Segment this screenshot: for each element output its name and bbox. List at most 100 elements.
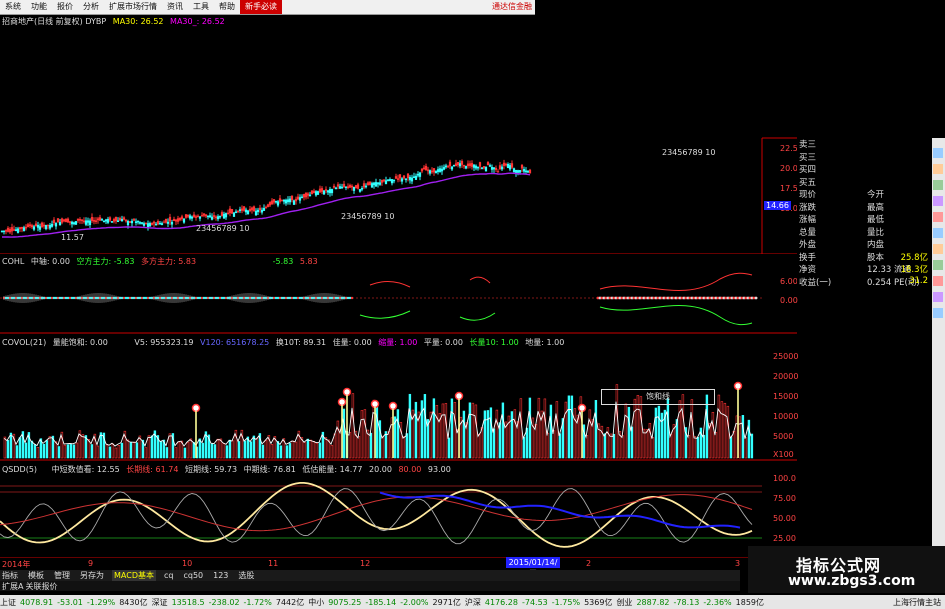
candle-body (104, 219, 108, 222)
tool-icon[interactable] (933, 164, 943, 174)
stock-label: 招商地产(日线 前复权) DYBP (2, 17, 107, 26)
volume-bar (96, 445, 100, 459)
candle-body (44, 224, 48, 230)
qsdd-long-line (0, 482, 753, 548)
extension-tab[interactable]: 关联报价 (25, 582, 57, 591)
volume-bar (657, 405, 661, 459)
volume-bar (531, 417, 535, 459)
volume-bar (609, 433, 613, 459)
tool-icon[interactable] (933, 180, 943, 190)
indicator-tab[interactable]: MACD基本 (112, 570, 156, 581)
volume-bar (192, 442, 196, 459)
indicator-tab[interactable]: 指标 (0, 570, 20, 581)
volume-bar (522, 436, 526, 459)
candle-body (292, 200, 296, 205)
indicator-tab[interactable]: cq50 (181, 571, 205, 580)
menu-right-label[interactable]: 通达信金融 (492, 0, 532, 14)
volume-bar (477, 433, 481, 459)
qsdd-tick: 75.00 (773, 494, 796, 503)
volume-bar (513, 409, 517, 459)
indicator-tab[interactable]: 管理 (52, 570, 72, 581)
indicator-tab[interactable]: 选股 (236, 570, 256, 581)
tool-icon[interactable] (933, 148, 943, 158)
covol-tick: 25000 (773, 352, 799, 361)
tool-icon[interactable] (933, 228, 943, 238)
volume-bar (369, 432, 373, 459)
side-toolbar[interactable] (932, 138, 945, 578)
volume-bar (726, 405, 730, 459)
candle-body (120, 219, 124, 222)
indicator-tab[interactable]: 另存为 (78, 570, 106, 581)
menu-item[interactable]: 新手必读 (240, 0, 282, 14)
volume-bar (348, 432, 352, 459)
volume-bar (549, 404, 553, 459)
volume-bar (552, 430, 556, 459)
extension-tab[interactable]: 扩展A (2, 582, 23, 591)
volume-bar (654, 407, 658, 459)
ticker-k: 创业 (616, 597, 633, 607)
candle-body (512, 168, 516, 173)
candle-body (488, 165, 492, 167)
volume-bar (270, 444, 274, 459)
qsdd-h: 93.00 (427, 465, 451, 474)
tool-icon[interactable] (933, 260, 943, 270)
volume-bar (696, 436, 700, 459)
volume-bar (660, 412, 664, 459)
candle-body (326, 190, 330, 193)
candle-body (286, 199, 290, 203)
volume-bar (687, 435, 691, 459)
quote-row: 买五 (797, 176, 930, 188)
candle-body (500, 166, 504, 170)
menu-item[interactable]: 资讯 (162, 0, 188, 14)
menu-item[interactable]: 帮助 (214, 0, 240, 14)
volume-bar (717, 394, 721, 459)
indicator-tab[interactable]: 模板 (26, 570, 46, 581)
volume-bar (729, 436, 733, 459)
volume-bar (45, 440, 49, 459)
tool-icon[interactable] (933, 276, 943, 286)
quote-cell: 换手 (799, 252, 817, 263)
ticker-server[interactable]: 上海行情主站 (893, 597, 941, 608)
quote-row: 买四 (797, 163, 930, 175)
volume-bar (222, 443, 226, 459)
tool-icon[interactable] (933, 308, 943, 318)
volume-bar (117, 445, 121, 459)
volume-bar (669, 434, 673, 459)
candle-body (484, 167, 488, 172)
candle-body (334, 187, 338, 190)
price-chart[interactable] (0, 26, 797, 254)
qsdd-chart[interactable] (0, 474, 797, 558)
menu-item[interactable]: 工具 (188, 0, 214, 14)
candle-body (344, 186, 348, 189)
volume-bar (633, 398, 637, 459)
indicator-tab[interactable]: 123 (211, 571, 230, 580)
tool-icon[interactable] (933, 292, 943, 302)
ticker-v: 2887.82 (636, 597, 670, 607)
menu-item[interactable]: 系统 (0, 0, 26, 14)
candle-body (314, 191, 318, 196)
tool-icon[interactable] (933, 244, 943, 254)
menu-item[interactable]: 扩展市场行情 (104, 0, 162, 14)
volume-marker (191, 403, 201, 413)
volume-bar (72, 444, 76, 459)
tool-icon[interactable] (933, 196, 943, 206)
cohl-curve (599, 272, 753, 291)
candle-body (154, 223, 158, 226)
volume-bar (360, 410, 364, 459)
volume-bar (36, 447, 40, 459)
tool-icon[interactable] (933, 212, 943, 222)
cohl-chart[interactable] (0, 265, 797, 335)
mark-note-1: 23456789 10 (196, 224, 250, 233)
volume-bar (480, 427, 484, 459)
volume-bar (510, 411, 514, 459)
indicator-tab[interactable]: cq (162, 571, 175, 580)
ticker-a: 8430亿 (119, 597, 148, 607)
candle-body (198, 216, 202, 219)
candle-body (188, 215, 192, 219)
candle-body (0, 230, 4, 233)
menu-item[interactable]: 功能 (26, 0, 52, 14)
quote-row: 外盘 内盘 (797, 238, 930, 250)
menu-item[interactable]: 报价 (52, 0, 78, 14)
menu-item[interactable]: 分析 (78, 0, 104, 14)
candle-body (158, 222, 162, 225)
